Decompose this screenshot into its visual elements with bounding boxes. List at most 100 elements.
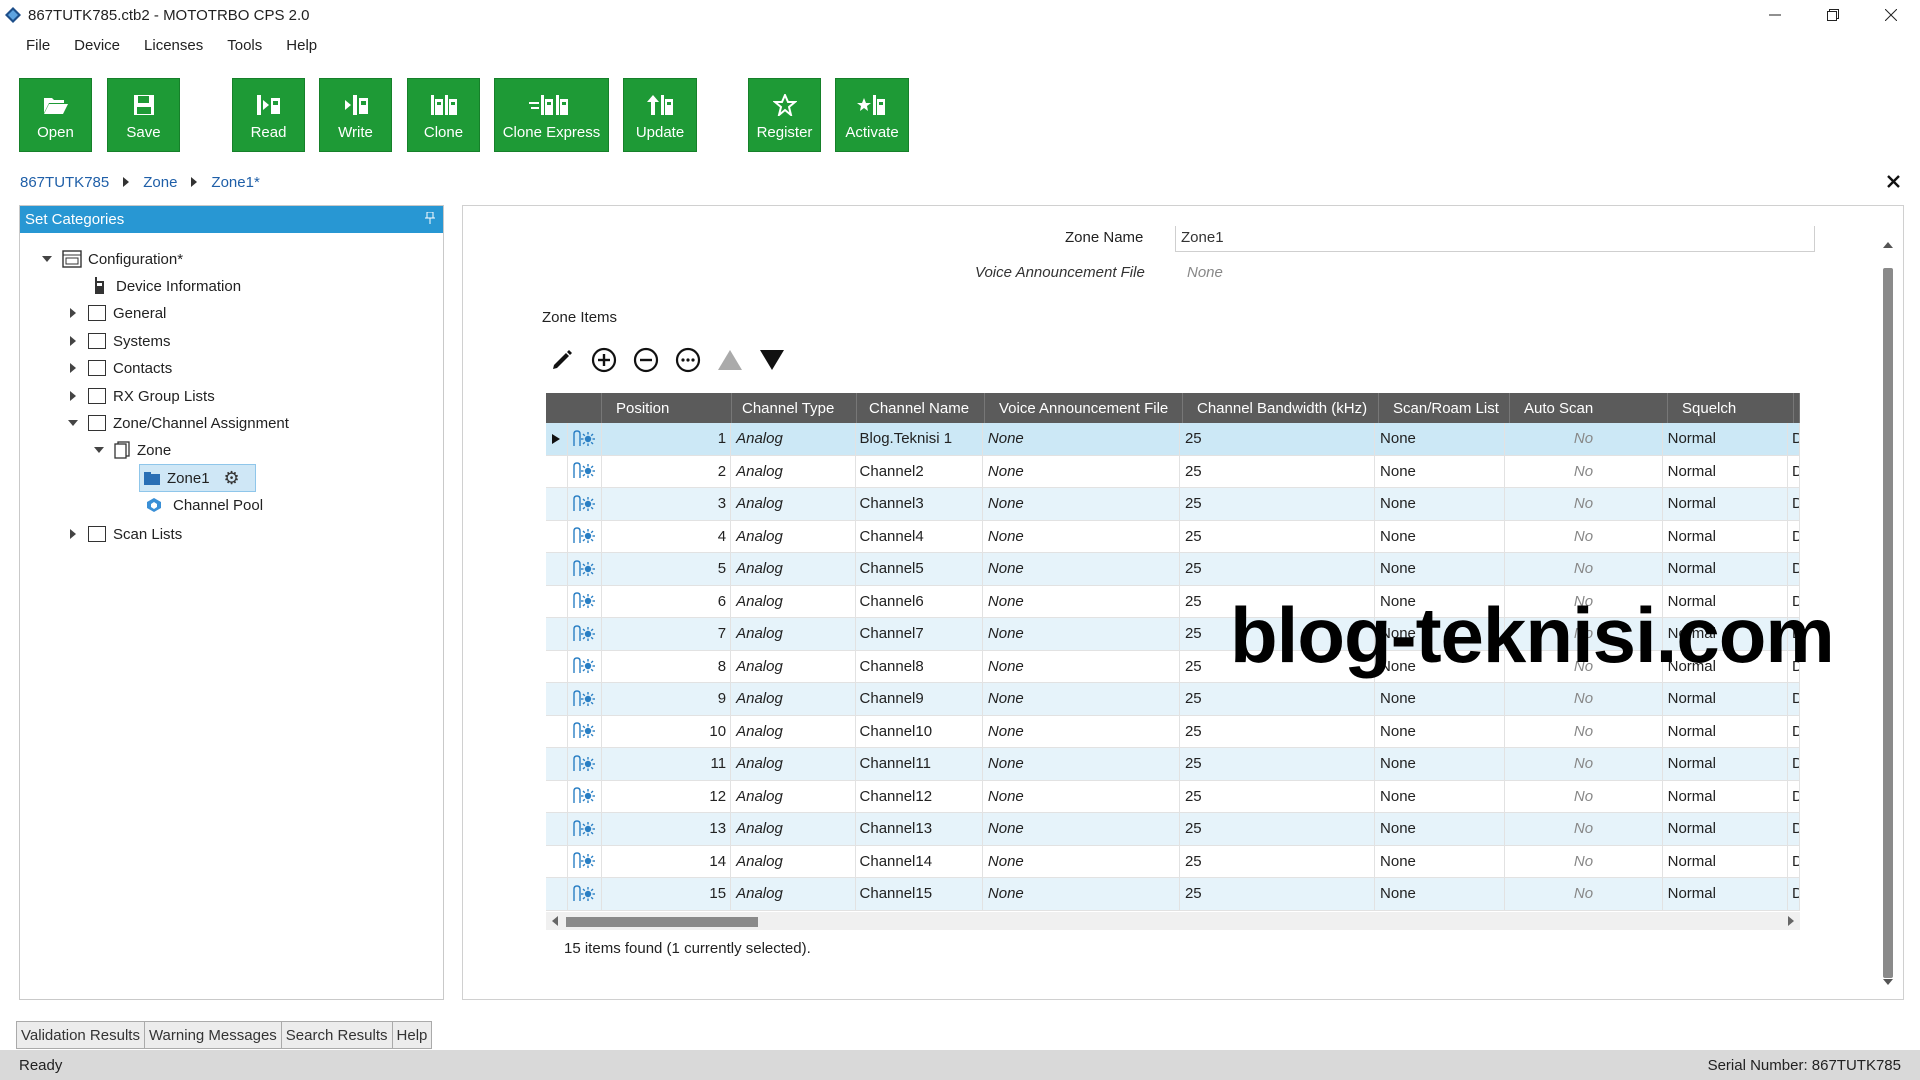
cell-channel-name[interactable]: Channel5 [856,553,983,585]
cell-voice-announcement[interactable]: None [983,553,1180,585]
tree-item-general[interactable]: General [66,301,166,325]
cell-voice-announcement[interactable]: None [983,488,1180,520]
cell-auto-scan[interactable]: No [1505,845,1663,877]
cell-auto-scan[interactable]: No [1505,520,1663,552]
cell-channel-name[interactable]: Channel3 [856,488,983,520]
minimize-button[interactable] [1746,0,1804,30]
cell-overflow[interactable]: D [1788,553,1800,585]
cell-voice-announcement[interactable]: None [983,618,1180,650]
cell-position[interactable]: 9 [602,683,732,715]
table-row[interactable]: 13AnalogChannel13None25NoneNoNormalD [546,813,1800,846]
cell-channel-type[interactable]: Analog [731,878,856,910]
cell-channel-type[interactable]: Analog [731,813,856,845]
cell-channel-type[interactable]: Analog [731,748,856,780]
more-options-button[interactable] [674,346,702,374]
cell-auto-scan[interactable]: No [1505,715,1663,747]
cell-position[interactable]: 15 [602,878,732,910]
cell-channel-name[interactable]: Channel11 [856,748,983,780]
voice-announcement-value[interactable]: None [1187,264,1223,281]
cell-bandwidth[interactable]: 25 [1180,845,1376,877]
table-row[interactable]: 4AnalogChannel4None25NoneNoNormalD [546,520,1800,553]
menu-help[interactable]: Help [274,37,329,54]
vertical-scrollbar[interactable] [1881,236,1895,991]
column-header-bandwidth[interactable]: Channel Bandwidth (kHz) [1183,393,1379,423]
column-header-position[interactable]: Position [602,393,732,423]
cell-voice-announcement[interactable]: None [983,683,1180,715]
cell-voice-announcement[interactable]: None [983,748,1180,780]
cell-squelch[interactable]: Normal [1663,813,1789,845]
cell-squelch[interactable]: Normal [1663,455,1789,487]
column-header-channel-name[interactable]: Channel Name [857,393,985,423]
save-button[interactable]: Save [107,78,180,152]
cell-auto-scan[interactable]: No [1505,748,1663,780]
menu-licenses[interactable]: Licenses [132,37,215,54]
horizontal-scrollbar[interactable] [546,912,1800,930]
column-header-scan-roam[interactable]: Scan/Roam List [1379,393,1510,423]
scroll-thumb[interactable] [1883,268,1893,978]
cell-position[interactable]: 10 [602,715,732,747]
cell-channel-type[interactable]: Analog [731,780,856,812]
add-button[interactable] [590,346,618,374]
tab-warning-messages[interactable]: Warning Messages [143,1021,282,1049]
pin-icon[interactable] [425,211,435,227]
zone-name-input[interactable]: Zone1 [1175,226,1815,252]
cell-squelch[interactable]: Normal [1663,423,1789,455]
cell-voice-announcement[interactable]: None [983,780,1180,812]
cell-channel-type[interactable]: Analog [731,423,856,455]
cell-overflow[interactable]: D [1788,780,1800,812]
cell-bandwidth[interactable]: 25 [1180,813,1376,845]
cell-bandwidth[interactable]: 25 [1180,780,1376,812]
cell-voice-announcement[interactable]: None [983,715,1180,747]
cell-channel-type[interactable]: Analog [731,845,856,877]
cell-bandwidth[interactable]: 25 [1180,683,1376,715]
cell-overflow[interactable]: D [1788,748,1800,780]
cell-channel-name[interactable]: Channel12 [856,780,983,812]
table-row[interactable]: 10AnalogChannel10None25NoneNoNormalD [546,715,1800,748]
cell-voice-announcement[interactable]: None [983,650,1180,682]
cell-channel-type[interactable]: Analog [731,520,856,552]
cell-channel-name[interactable]: Channel9 [856,683,983,715]
tree-item-rx-group-lists[interactable]: RX Group Lists [66,384,215,408]
cell-channel-type[interactable]: Analog [731,715,856,747]
remove-button[interactable] [632,346,660,374]
cell-channel-type[interactable]: Analog [731,553,856,585]
cell-bandwidth[interactable]: 25 [1180,488,1376,520]
tab-help[interactable]: Help [391,1021,433,1049]
cell-channel-name[interactable]: Channel14 [856,845,983,877]
column-header-squelch[interactable]: Squelch [1668,393,1794,423]
cell-overflow[interactable]: D [1788,683,1800,715]
cell-position[interactable]: 1 [602,423,732,455]
collapse-arrow-icon[interactable] [92,443,106,457]
table-row[interactable]: 11AnalogChannel11None25NoneNoNormalD [546,748,1800,781]
cell-scan-roam[interactable]: None [1375,488,1506,520]
close-window-button[interactable] [1862,0,1920,30]
activate-button[interactable]: Activate [835,78,909,152]
cell-voice-announcement[interactable]: None [983,455,1180,487]
scroll-thumb[interactable] [566,917,758,927]
cell-channel-type[interactable]: Analog [731,683,856,715]
cell-channel-name[interactable]: Channel7 [856,618,983,650]
tree-item-scan-lists[interactable]: Scan Lists [66,522,182,546]
table-row[interactable]: 1AnalogBlog.Teknisi 1None25NoneNoNormalD [546,423,1800,456]
expand-arrow-icon[interactable] [66,334,80,348]
cell-bandwidth[interactable]: 25 [1180,748,1376,780]
cell-channel-name[interactable]: Channel10 [856,715,983,747]
cell-position[interactable]: 11 [602,748,732,780]
cell-scan-roam[interactable]: None [1375,520,1506,552]
cell-channel-type[interactable]: Analog [731,455,856,487]
tab-validation-results[interactable]: Validation Results [16,1021,145,1049]
cell-bandwidth[interactable]: 25 [1180,553,1376,585]
cell-position[interactable]: 14 [602,845,732,877]
column-header-channel-type[interactable]: Channel Type [732,393,857,423]
cell-squelch[interactable]: Normal [1663,780,1789,812]
cell-channel-type[interactable]: Analog [731,585,856,617]
scroll-up-icon[interactable] [1883,242,1893,248]
cell-auto-scan[interactable]: No [1505,455,1663,487]
breadcrumb-zone1[interactable]: Zone1* [211,174,259,191]
tree-item-zone[interactable]: Zone [92,438,171,462]
cell-channel-name[interactable]: Channel6 [856,585,983,617]
cell-scan-roam[interactable]: None [1375,845,1506,877]
cell-channel-name[interactable]: Channel4 [856,520,983,552]
cell-voice-announcement[interactable]: None [983,813,1180,845]
cell-squelch[interactable]: Normal [1663,748,1789,780]
